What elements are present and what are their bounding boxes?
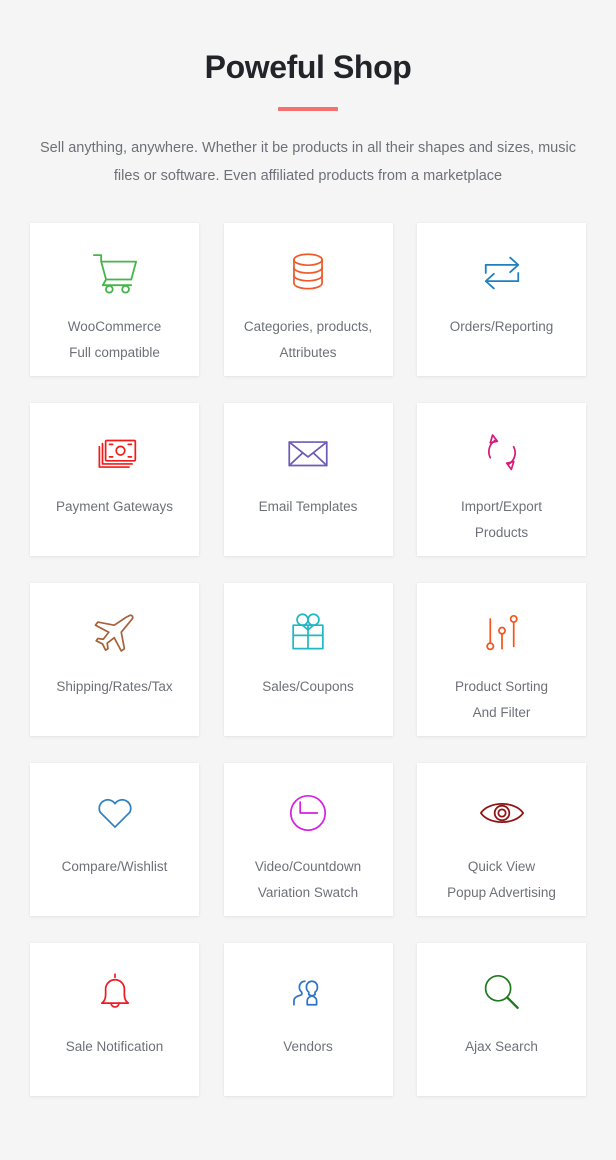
database-stack-icon	[283, 245, 333, 301]
feature-card-label: Payment Gateways	[55, 499, 174, 514]
airplane-icon	[90, 605, 140, 661]
feature-card[interactable]: Email Templates	[223, 403, 393, 556]
eye-icon	[476, 785, 528, 841]
feature-card-label: Ajax Search	[465, 1039, 538, 1054]
bell-icon	[90, 965, 140, 1021]
feature-card[interactable]: Product Sorting And Filter	[417, 583, 586, 736]
feature-card-label: WooCommerce Full compatible	[67, 319, 162, 360]
page-title: Poweful Shop	[204, 49, 412, 85]
feature-card-label: Email Templates	[258, 499, 358, 514]
envelope-icon	[283, 425, 333, 481]
feature-card-label: Vendors	[283, 1039, 333, 1054]
feature-card-label: Product Sorting And Filter	[454, 679, 549, 720]
heart-icon	[90, 785, 140, 841]
magnifier-search-icon	[477, 965, 527, 1021]
feature-card[interactable]: Quick View Popup Advertising	[417, 763, 586, 916]
feature-card-label: Quick View Popup Advertising	[447, 859, 556, 900]
swap-arrows-icon	[476, 245, 528, 301]
feature-card[interactable]: Sales/Coupons	[223, 583, 393, 736]
feature-card[interactable]: Compare/Wishlist	[30, 763, 199, 916]
sliders-icon	[477, 605, 527, 661]
feature-card-label: Compare/Wishlist	[61, 859, 168, 874]
page-root: Poweful Shop Sell anything, anywhere. Wh…	[0, 0, 616, 1160]
feature-card[interactable]: Video/Countdown Variation Swatch	[223, 763, 393, 916]
feature-card-label: Video/Countdown Variation Swatch	[254, 859, 362, 900]
feature-card-grid: WooCommerce Full compatible Categories, p…	[30, 190, 586, 1096]
feature-card-label: Orders/Reporting	[449, 319, 554, 334]
title-accent-rule	[278, 107, 338, 111]
feature-card[interactable]: Categories, products, Attributes	[223, 223, 393, 376]
feature-card[interactable]: Shipping/Rates/Tax	[30, 583, 199, 736]
feature-card-label: Categories, products, Attributes	[243, 319, 373, 360]
feature-card[interactable]: Ajax Search	[417, 943, 586, 1096]
banknotes-icon	[90, 425, 140, 481]
feature-card[interactable]: Sale Notification	[30, 943, 199, 1096]
page-header: Poweful Shop Sell anything, anywhere. Wh…	[0, 0, 616, 190]
feature-card-label: Import/Export Products	[460, 499, 543, 540]
feature-card[interactable]: Vendors	[223, 943, 393, 1096]
feature-card[interactable]: Import/Export Products	[417, 403, 586, 556]
feature-card-label: Sales/Coupons	[262, 679, 354, 694]
sync-arrows-icon	[477, 425, 527, 481]
shopping-cart-icon	[89, 245, 141, 301]
clock-circle-icon	[283, 785, 333, 841]
feature-card[interactable]: WooCommerce Full compatible	[30, 223, 199, 376]
feature-card-label: Shipping/Rates/Tax	[56, 679, 173, 694]
page-subtitle: Sell anything, anywhere. Whether it be p…	[40, 140, 576, 184]
feature-card[interactable]: Payment Gateways	[30, 403, 199, 556]
users-group-icon	[283, 965, 333, 1021]
gift-box-icon	[283, 605, 333, 661]
feature-card-label: Sale Notification	[65, 1039, 164, 1054]
feature-card[interactable]: Orders/Reporting	[417, 223, 586, 376]
